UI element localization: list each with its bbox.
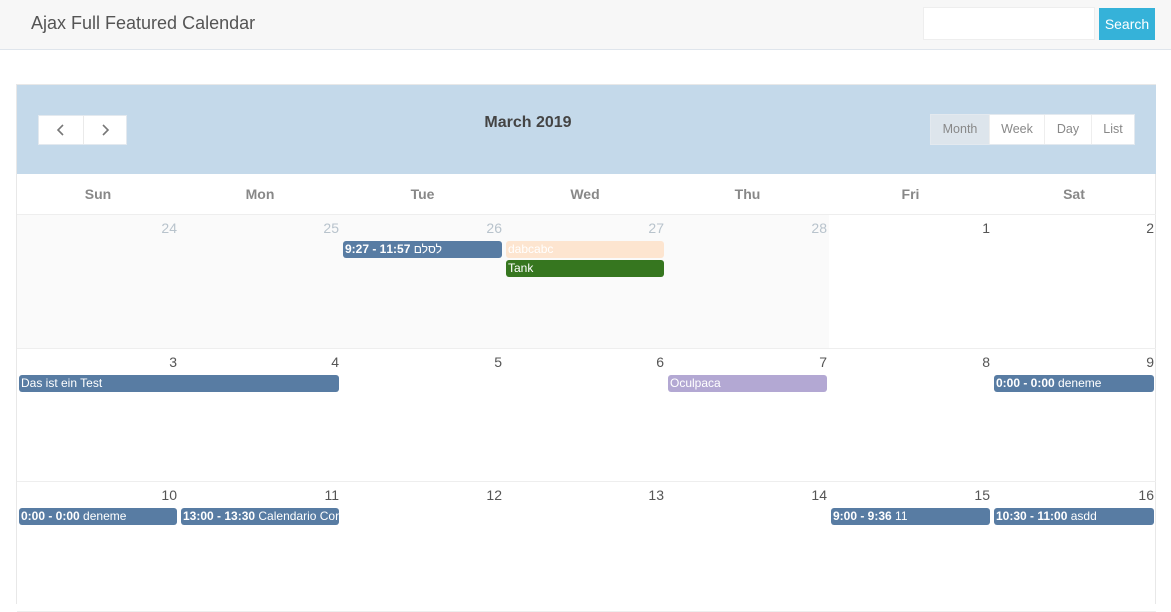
day-cell[interactable]: 16 (992, 482, 1156, 611)
day-cell[interactable]: 14 (666, 482, 829, 611)
calendar-title: March 2019 (484, 114, 572, 131)
calendar: March 2019 Month Week Day List Sun Mon Tue… (16, 84, 1156, 612)
view-switcher: Month Week Day List (930, 114, 1135, 145)
event-time: 13:00 - 13:30 (183, 509, 256, 523)
day-of-week-mon: Mon (245, 186, 275, 202)
day-cell[interactable]: 9 (992, 349, 1156, 481)
day-cell[interactable]: 28 (666, 215, 829, 348)
event-time: 0:00 - 0:00 (21, 509, 80, 523)
event-time: 9:27 - 11:57 (345, 242, 411, 256)
day-of-week-header: Sun Mon Tue Wed Thu Fri Sat (17, 174, 1156, 215)
day-cell[interactable]: 24 (17, 215, 179, 348)
calendar-event[interactable]: Das ist ein Test (19, 375, 339, 392)
day-of-week-thu: Thu (734, 186, 761, 202)
day-cell[interactable]: 1 (829, 215, 992, 348)
day-number[interactable]: 10 (161, 487, 177, 503)
event-title: לסלם (413, 242, 442, 256)
event-time: 0:00 - 0:00 (996, 376, 1055, 390)
day-cell[interactable]: 13 (504, 482, 666, 611)
week-row: 10 11 12 13 14 15 16 0:00 - 0:00 deneme 13:00 - … (17, 482, 1156, 612)
calendar-event[interactable]: 13:00 - 13:30 Calendario Cor (181, 508, 339, 525)
event-title: deneme (1058, 376, 1102, 390)
event-title: asdd (1070, 509, 1097, 523)
event-title: dabcabc (508, 242, 554, 256)
day-number[interactable]: 6 (656, 354, 664, 370)
day-cell[interactable]: 6 (504, 349, 666, 481)
day-number[interactable]: 27 (648, 220, 664, 236)
event-title: Oculpaca (670, 376, 721, 390)
day-cell[interactable]: 27 (504, 215, 666, 348)
day-number[interactable]: 1 (982, 220, 990, 236)
day-cell[interactable]: 4 (179, 349, 341, 481)
navbar: Ajax Full Featured Calendar Search (0, 0, 1171, 50)
event-title: deneme (83, 509, 127, 523)
day-number[interactable]: 11 (324, 487, 339, 503)
calendar-event[interactable]: 9:27 - 11:57 לסלם (343, 241, 502, 258)
search-input[interactable] (923, 7, 1095, 40)
event-title: Calendario Cor (258, 509, 339, 523)
view-week-button[interactable]: Week (989, 115, 1044, 144)
day-number[interactable]: 15 (974, 487, 990, 503)
day-cell[interactable]: 8 (829, 349, 992, 481)
day-number[interactable]: 9 (1146, 354, 1154, 370)
day-cell[interactable]: 26 (341, 215, 504, 348)
event-title: 11 (895, 509, 908, 523)
day-number[interactable]: 4 (331, 354, 339, 370)
event-title: Das ist ein Test (21, 376, 103, 390)
calendar-event[interactable]: Oculpaca (668, 375, 827, 392)
day-number[interactable]: 8 (982, 354, 990, 370)
calendar-toolbar: March 2019 Month Week Day List (17, 85, 1156, 174)
day-number[interactable]: 2 (1146, 220, 1154, 236)
day-number[interactable]: 13 (648, 487, 664, 503)
day-cell[interactable]: 15 (829, 482, 992, 611)
day-of-week-wed: Wed (570, 186, 600, 202)
day-of-week-sat: Sat (1063, 186, 1085, 202)
day-cell[interactable]: 5 (341, 349, 504, 481)
day-cell[interactable]: 12 (341, 482, 504, 611)
day-number[interactable]: 12 (486, 487, 502, 503)
day-number[interactable]: 14 (811, 487, 827, 503)
week-row: 24 25 26 27 28 1 2 9:27 - 11:57 לסלם dabcabc Tank (17, 215, 1156, 349)
day-number[interactable]: 24 (161, 220, 177, 236)
calendar-event[interactable]: 0:00 - 0:00 deneme (994, 375, 1154, 392)
app-title[interactable]: Ajax Full Featured Calendar (31, 13, 255, 34)
view-list-button[interactable]: List (1091, 115, 1134, 144)
calendar-event[interactable]: 9:00 - 9:36 11 (831, 508, 990, 525)
day-number[interactable]: 25 (323, 220, 339, 236)
day-number[interactable]: 7 (819, 354, 827, 370)
event-time: 9:00 - 9:36 (833, 509, 892, 523)
day-number[interactable]: 28 (811, 220, 827, 236)
day-cell[interactable]: 10 (17, 482, 179, 611)
event-time: 10:30 - 11:00 (996, 509, 1068, 523)
day-cell[interactable]: 3 (17, 349, 179, 481)
view-month-button[interactable]: Month (931, 115, 989, 144)
day-cell[interactable]: 2 (992, 215, 1156, 348)
view-day-button[interactable]: Day (1044, 115, 1091, 144)
day-number[interactable]: 16 (1138, 487, 1154, 503)
search-button[interactable]: Search (1099, 8, 1155, 40)
day-cell[interactable]: 7 (666, 349, 829, 481)
day-of-week-fri: Fri (901, 186, 920, 202)
day-cell[interactable]: 25 (179, 215, 341, 348)
calendar-event[interactable]: 0:00 - 0:00 deneme (19, 508, 177, 525)
event-title: Tank (508, 261, 534, 275)
week-row: 3 4 5 6 7 8 9 Das ist ein Test Oculpaca 0:00 - 0:… (17, 349, 1156, 482)
calendar-event[interactable]: 10:30 - 11:00 asdd (994, 508, 1154, 525)
day-of-week-sun: Sun (84, 186, 112, 202)
calendar-event[interactable]: dabcabc (506, 241, 664, 258)
day-number[interactable]: 5 (494, 354, 502, 370)
calendar-event[interactable]: Tank (506, 260, 664, 277)
day-number[interactable]: 26 (486, 220, 502, 236)
day-of-week-tue: Tue (410, 186, 435, 202)
day-number[interactable]: 3 (169, 354, 177, 370)
day-cell[interactable]: 11 (179, 482, 341, 611)
